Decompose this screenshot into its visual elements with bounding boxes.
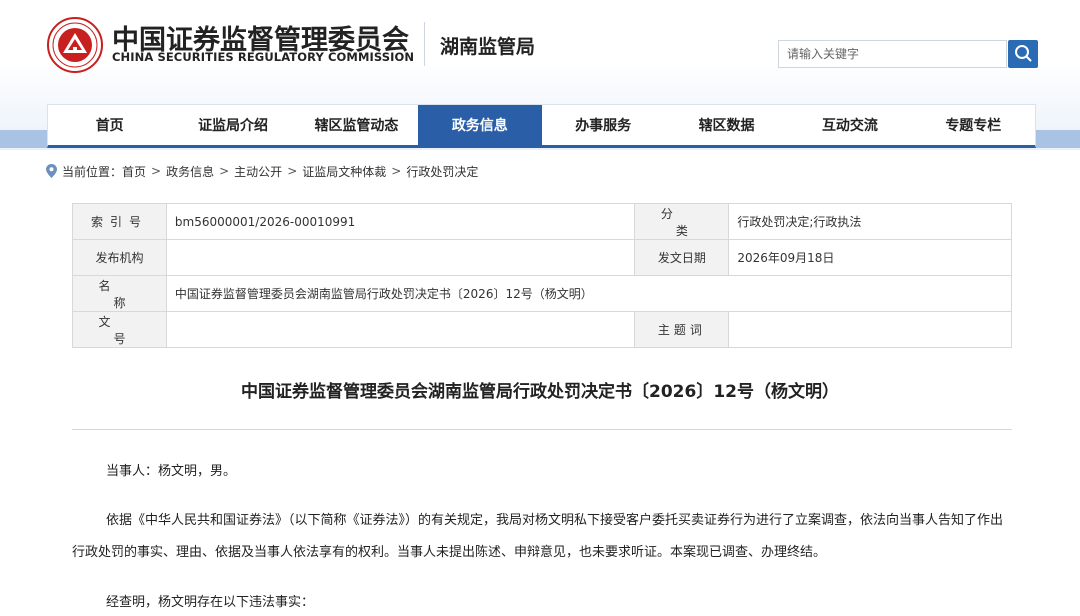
table-row: 索引号 bm56000001/2026-00010991 分类 行政处罚决定;行… xyxy=(72,203,1012,240)
nav-item-regional-data[interactable]: 辖区数据 xyxy=(665,105,788,145)
location-pin-icon xyxy=(46,164,57,178)
paragraph-basis: 依据《中华人民共和国证券法》（以下简称《证券法》）的有关规定，我局对杨文明私下接… xyxy=(72,513,1004,560)
publisher-value xyxy=(165,239,636,276)
bureau-name: 湖南监管局 xyxy=(440,36,536,58)
breadcrumb-separator: > xyxy=(287,164,298,178)
nav-item-services[interactable]: 办事服务 xyxy=(542,105,665,145)
breadcrumb-separator: > xyxy=(391,164,402,178)
breadcrumb-separator: > xyxy=(219,164,230,178)
search-button[interactable] xyxy=(1008,40,1038,68)
date-value: 2026年09月18日 xyxy=(728,239,1012,276)
name-value: 中国证券监督管理委员会湖南监管局行政处罚决定书〔2026〕12号（杨文明） xyxy=(165,275,1013,312)
search-input[interactable] xyxy=(778,40,1007,68)
breadcrumb-government-info[interactable]: 政务信息 xyxy=(166,163,214,180)
header-band-left xyxy=(0,130,47,148)
header-band-right xyxy=(1036,130,1080,148)
doc-number-label: 文号 xyxy=(72,311,167,348)
search-icon xyxy=(1014,44,1032,65)
nav-item-home[interactable]: 首页 xyxy=(48,105,171,145)
title-divider xyxy=(72,429,1012,430)
logo-divider xyxy=(424,22,425,66)
document-info-table: 索引号 bm56000001/2026-00010991 分类 行政处罚决定;行… xyxy=(72,203,1013,348)
nav-item-bureau-intro[interactable]: 证监局介绍 xyxy=(171,105,294,145)
paragraph-findings: 经查明，杨文明存在以下违法事实： xyxy=(106,595,315,610)
document-title: 中国证券监督管理委员会湖南监管局行政处罚决定书〔2026〕12号（杨文明） xyxy=(241,382,839,402)
paragraph-party: 当事人：杨文明，男。 xyxy=(106,464,237,479)
nav-item-interaction[interactable]: 互动交流 xyxy=(788,105,911,145)
csrc-logo-icon xyxy=(47,17,103,73)
keywords-value xyxy=(728,311,1012,348)
index-value: bm56000001/2026-00010991 xyxy=(165,203,636,240)
publisher-label: 发布机构 xyxy=(72,239,167,276)
name-label: 名称 xyxy=(72,275,167,312)
doc-number-value xyxy=(165,311,636,348)
index-label: 索引号 xyxy=(72,203,167,240)
main-nav: 首页 证监局介绍 辖区监管动态 政务信息 办事服务 辖区数据 互动交流 专题专栏 xyxy=(47,104,1036,148)
category-label: 分类 xyxy=(634,203,730,240)
logo-english-name: CHINA SECURITIES REGULATORY COMMISSION xyxy=(112,50,415,64)
keywords-label: 主题词 xyxy=(634,311,730,348)
table-row: 名称 中国证券监督管理委员会湖南监管局行政处罚决定书〔2026〕12号（杨文明） xyxy=(72,275,1013,312)
breadcrumb-public-disclosure[interactable]: 主动公开 xyxy=(234,163,282,180)
nav-item-government-info[interactable]: 政务信息 xyxy=(418,105,542,145)
table-row: 发布机构 发文日期 2026年09月18日 xyxy=(72,239,1012,276)
nav-item-regulatory-news[interactable]: 辖区监管动态 xyxy=(295,105,418,145)
breadcrumb-separator: > xyxy=(151,164,162,178)
date-label: 发文日期 xyxy=(634,239,730,276)
category-value: 行政处罚决定;行政执法 xyxy=(728,203,1012,240)
table-row: 文号 主题词 xyxy=(72,311,1012,348)
breadcrumb-prefix: 当前位置： xyxy=(62,164,123,179)
breadcrumb-doc-types[interactable]: 证监局文种体裁 xyxy=(302,163,386,180)
breadcrumb: 当前位置： 首页 > 政务信息 > 主动公开 > 证监局文种体裁 > 行政处罚决… xyxy=(46,163,478,179)
breadcrumb-penalty-decisions[interactable]: 行政处罚决定 xyxy=(406,163,478,180)
nav-item-special-topics[interactable]: 专题专栏 xyxy=(912,105,1035,145)
breadcrumb-home[interactable]: 首页 xyxy=(122,163,146,180)
